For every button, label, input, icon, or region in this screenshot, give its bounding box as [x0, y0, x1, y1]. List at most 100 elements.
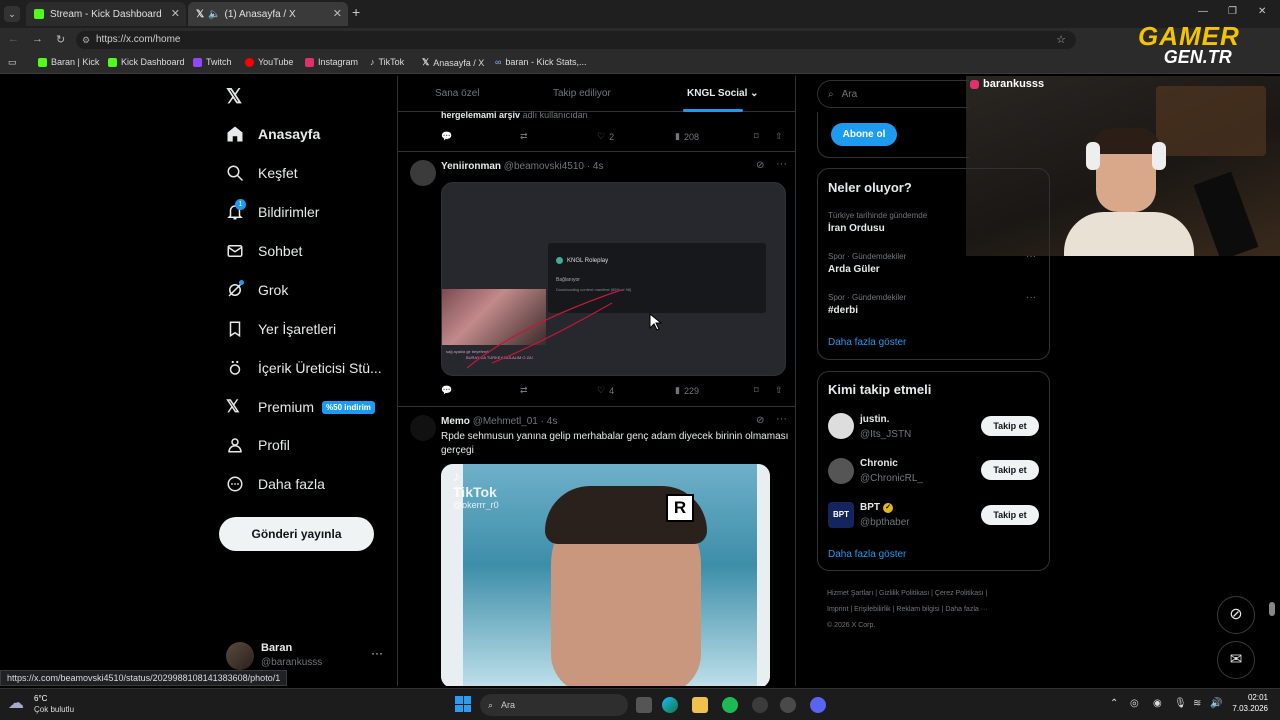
author-handle[interactable]: @beamovski4510 — [504, 161, 584, 172]
wifi-icon[interactable]: ≋ — [1193, 698, 1201, 709]
bookmark-tiktok[interactable]: ♪ TikTok — [370, 57, 404, 67]
wtf-user-name[interactable]: Chronic — [860, 458, 898, 469]
more-icon[interactable]: ··· — [1026, 251, 1036, 262]
nav-home[interactable]: Anasayfa — [226, 120, 320, 148]
nav-notifications[interactable]: 1 Bildirimler — [226, 198, 319, 226]
reply-icon[interactable]: 💬 — [441, 131, 452, 142]
bookmark-icon[interactable]: ⌑ — [754, 385, 759, 396]
repost-icon[interactable]: ⇄ — [520, 385, 528, 396]
wtf-user-name[interactable]: BPT ✓ — [860, 502, 893, 513]
more-icon[interactable]: ··· — [776, 413, 787, 425]
follow-button[interactable]: Takip et — [981, 460, 1039, 480]
author-name[interactable]: Yeniironman — [441, 161, 501, 172]
bookmark-twitch[interactable]: Twitch — [193, 57, 232, 67]
grok-icon[interactable]: ⊘ — [756, 160, 764, 171]
wtf-user-name[interactable]: justin. — [860, 414, 889, 425]
trends-show-more[interactable]: Daha fazla göster — [828, 337, 906, 348]
spotify-icon[interactable] — [722, 697, 738, 713]
reply-icon[interactable]: 💬 — [441, 385, 452, 396]
footer-link[interactable]: Imprint — [827, 606, 848, 613]
new-tab-button[interactable]: + — [352, 4, 360, 20]
nav-profile[interactable]: Profil — [226, 431, 290, 459]
repost-icon[interactable]: ⇄ — [520, 131, 528, 142]
app-icon[interactable] — [780, 697, 796, 713]
nav-messages[interactable]: Sohbet — [226, 237, 302, 265]
microphone-icon[interactable]: 🎙 — [1174, 698, 1187, 709]
site-info-icon[interactable]: ⚙ — [82, 31, 90, 49]
grok-icon[interactable]: ⊘ — [756, 415, 764, 426]
views-button[interactable]: ▮ 208 — [675, 131, 699, 142]
weather-widget[interactable]: ☁ — [8, 693, 30, 715]
more-icon[interactable]: ··· — [1026, 292, 1036, 303]
tweet-video[interactable]: ♪ TikTok @okerrr_r0 R — [441, 464, 770, 686]
post-button[interactable]: Gönderi yayınla — [219, 517, 374, 551]
address-bar[interactable]: ⚙ https://x.com/home ☆ — [76, 31, 1076, 49]
back-icon[interactable]: ← — [8, 33, 19, 45]
bookmark-instagram[interactable]: Instagram — [305, 57, 358, 67]
bpt-avatar[interactable]: BPT — [828, 502, 854, 528]
tweet-time[interactable]: 4s — [547, 416, 558, 427]
bookmark-kick-dashboard[interactable]: Kick Dashboard — [108, 57, 185, 67]
footer-link[interactable]: Reklam bilgisi — [896, 606, 939, 613]
tab-x-home[interactable]: 𝕏 🔈 (1) Anasayfa / X ✕ — [188, 2, 348, 26]
share-icon[interactable]: ⇧ — [775, 385, 783, 396]
author-name[interactable]: Memo — [441, 416, 470, 427]
file-explorer-icon[interactable] — [692, 697, 708, 713]
search-input[interactable]: ⌕ Ara — [817, 80, 969, 108]
messages-float-button[interactable]: ✉ — [1217, 641, 1255, 679]
bookmark-youtube[interactable]: YouTube — [245, 57, 293, 67]
more-icon[interactable]: ··· — [776, 158, 787, 170]
footer-link[interactable]: Gizlilik Politikası — [879, 590, 929, 597]
subscribe-button[interactable]: Abone ol — [831, 123, 897, 146]
like-button[interactable]: ♡ 4 — [597, 385, 614, 396]
avatar[interactable] — [828, 413, 854, 439]
tab-following[interactable]: Takip ediliyor — [553, 88, 611, 99]
task-view-icon[interactable] — [636, 697, 652, 713]
footer-link[interactable]: Erişilebilirlik — [854, 606, 891, 613]
tab-kick-dashboard[interactable]: Stream - Kick Dashboard ✕ — [26, 2, 186, 26]
trend-item[interactable]: Türkiye tarihinde gündemde İran Ordusu — [828, 211, 927, 234]
x-logo-icon[interactable]: 𝕏 — [226, 84, 242, 109]
footer-link[interactable]: Daha fazla ··· — [945, 606, 987, 613]
tweet-media-image[interactable]: KNGL Roleplay Bağlanıyor Downloading con… — [441, 182, 786, 376]
network-icon[interactable]: ◎ — [1130, 698, 1139, 709]
tab-list-button[interactable]: ⌄ — [4, 6, 20, 22]
clock[interactable]: 02:01 7.03.2026 — [1232, 693, 1268, 713]
footer-link[interactable]: Hizmet Şartları — [827, 590, 873, 597]
minimize-button[interactable]: — — [1198, 6, 1208, 17]
windows-start-icon[interactable] — [455, 696, 471, 712]
bookmark-icon[interactable]: ⌑ — [754, 131, 759, 142]
close-window-button[interactable]: ✕ — [1258, 6, 1266, 17]
tray-overflow-icon[interactable]: ⌃ — [1110, 698, 1118, 709]
maximize-button[interactable]: ❐ — [1228, 6, 1237, 17]
bookmark-x-home[interactable]: 𝕏 Anasayfa / X — [422, 57, 484, 68]
account-switcher[interactable]: Baran @barankusss ··· — [226, 640, 386, 674]
forward-icon[interactable]: → — [32, 33, 43, 45]
tab-kngl-social[interactable]: KNGL Social ⌄ — [687, 88, 759, 99]
bookmark-kick-stats[interactable]: ∞ baran - Kick Stats,... — [495, 57, 586, 67]
nav-creator-studio[interactable]: İçerik Üreticisi Stü... — [226, 354, 382, 382]
nav-explore[interactable]: Keşfet — [226, 159, 298, 187]
share-icon[interactable]: ⇧ — [775, 131, 783, 142]
tweet-time[interactable]: 4s — [593, 161, 604, 172]
like-button[interactable]: ♡ 2 — [597, 131, 614, 142]
app-icon[interactable] — [752, 697, 768, 713]
bookmarks-menu-icon[interactable]: ▭ — [8, 57, 17, 68]
nav-grok[interactable]: Grok — [226, 276, 288, 304]
footer-link[interactable]: Çerez Politikası — [935, 590, 984, 597]
grok-float-button[interactable]: ⊘ — [1217, 596, 1255, 634]
views-button[interactable]: ▮ 229 — [675, 385, 699, 396]
follow-button[interactable]: Takip et — [981, 416, 1039, 436]
scrollbar-thumb[interactable] — [1269, 602, 1275, 616]
favorite-star-icon[interactable]: ☆ — [1056, 31, 1066, 49]
author-handle[interactable]: @Mehmetl_01 — [473, 416, 538, 427]
discord-icon[interactable] — [810, 697, 826, 713]
tweet[interactable]: Memo @Mehmetl_01 · 4s ⊘ ··· Rpde sehmusu… — [398, 407, 795, 686]
close-tab-icon[interactable]: ✕ — [171, 7, 180, 20]
tweet[interactable]: Yeniironman @beamovski4510 · 4s ⊘ ··· KN… — [398, 152, 795, 406]
nav-bookmarks[interactable]: Yer İşaretleri — [226, 315, 336, 343]
bookmark-baran-kick[interactable]: Baran | Kick — [38, 57, 99, 67]
edge-icon[interactable] — [662, 697, 678, 713]
more-icon[interactable]: ··· — [371, 646, 383, 660]
nav-more[interactable]: Daha fazla — [226, 470, 325, 498]
